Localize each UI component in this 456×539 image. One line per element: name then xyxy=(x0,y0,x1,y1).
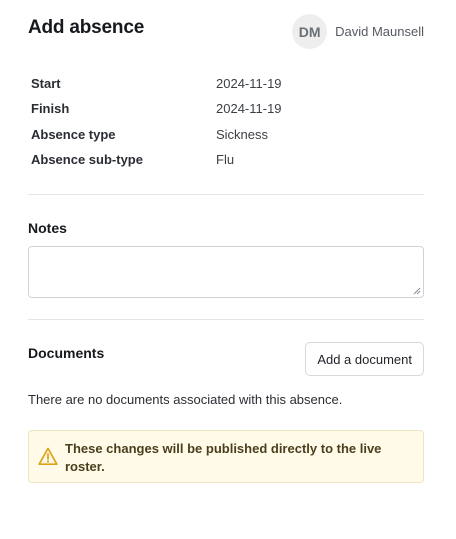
detail-label: Absence type xyxy=(31,126,116,142)
detail-value: Flu xyxy=(216,151,235,167)
notes-title: Notes xyxy=(28,220,67,236)
detail-label: Absence sub-type xyxy=(31,151,143,167)
divider xyxy=(28,319,424,320)
warning-triangle-icon xyxy=(38,447,58,466)
detail-row-absence-sub-type: Absence sub-type Flu xyxy=(31,150,421,175)
notes-field[interactable] xyxy=(28,246,424,298)
user-name: David Maunsell xyxy=(335,24,424,39)
detail-value: 2024-11-19 xyxy=(216,76,282,91)
no-documents-message: There are no documents associated with t… xyxy=(28,392,343,407)
detail-row-start: Start 2024-11-19 xyxy=(31,74,421,99)
detail-row-absence-type: Absence type Sickness xyxy=(31,125,421,150)
divider xyxy=(28,194,424,195)
resize-grip-icon[interactable] xyxy=(413,287,421,295)
absence-details: Start 2024-11-19 Finish 2024-11-19 Absen… xyxy=(31,74,421,175)
documents-title: Documents xyxy=(28,345,105,361)
detail-value: Sickness xyxy=(216,126,269,142)
add-document-button[interactable]: Add a document xyxy=(305,342,424,376)
detail-row-finish: Finish 2024-11-19 xyxy=(31,99,421,124)
page-title: Add absence xyxy=(28,17,145,38)
header: Add absence DM David Maunsell xyxy=(28,14,424,50)
detail-label: Start xyxy=(31,76,61,91)
detail-value: 2024-11-19 xyxy=(216,101,282,117)
avatar: DM xyxy=(292,14,328,49)
user-info: DM David Maunsell xyxy=(292,14,424,49)
warning-message: These changes will be published directly… xyxy=(65,441,382,474)
detail-label: Finish xyxy=(31,101,70,117)
warning-banner: These changes will be published directly… xyxy=(28,430,424,483)
